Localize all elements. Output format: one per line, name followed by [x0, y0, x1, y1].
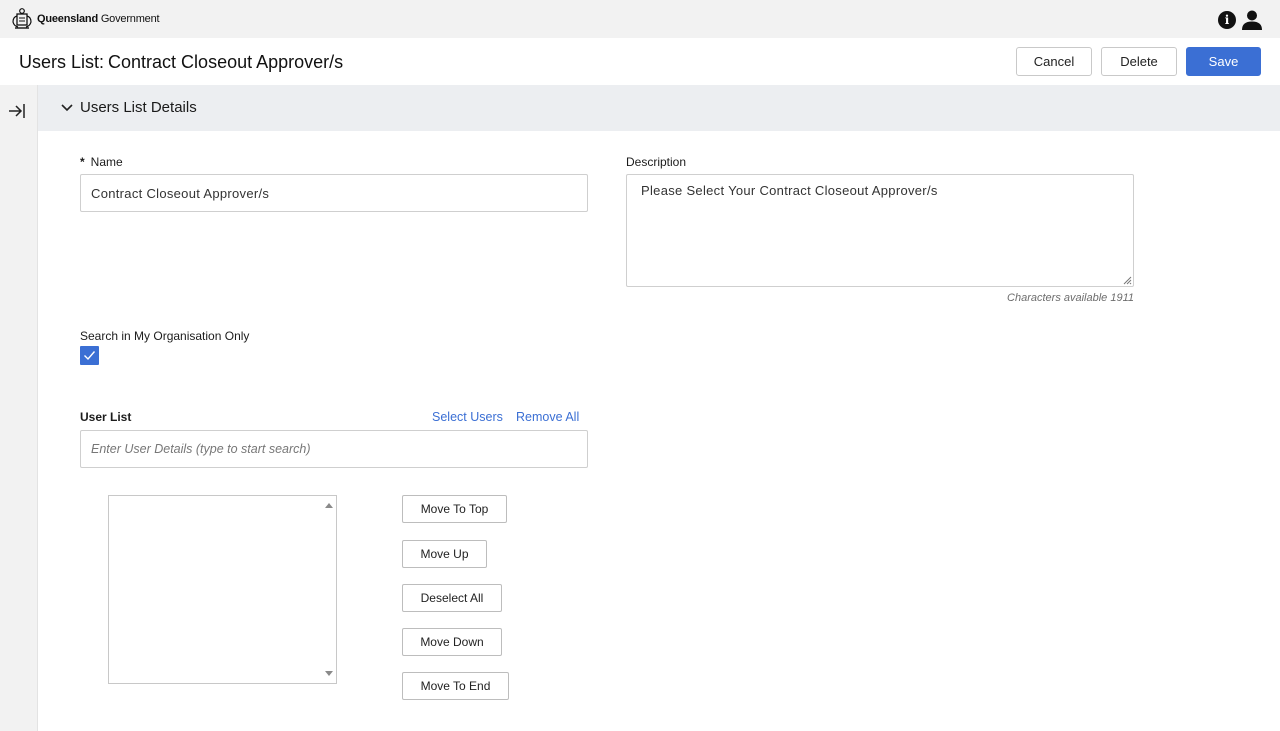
page-title-prefix: Users List: [19, 52, 105, 72]
qld-crest-icon [12, 8, 32, 29]
section-header[interactable]: Users List Details [38, 85, 1280, 131]
info-icon[interactable]: i [1218, 11, 1236, 29]
brand-logo: Queensland Government [10, 7, 160, 31]
move-to-top-button[interactable]: Move To Top [402, 495, 507, 523]
delete-button[interactable]: Delete [1101, 47, 1177, 76]
move-to-end-button[interactable]: Move To End [402, 672, 509, 700]
user-listbox[interactable] [108, 495, 337, 684]
select-users-link[interactable]: Select Users [432, 410, 503, 424]
move-up-button[interactable]: Move Up [402, 540, 487, 568]
left-rail [0, 85, 38, 731]
save-button[interactable]: Save [1186, 47, 1261, 76]
description-label: Description [626, 155, 687, 169]
page-header: Users List: Contract Closeout Approver/s … [0, 38, 1280, 85]
search-org-checkbox[interactable] [80, 346, 99, 365]
description-textarea[interactable]: Please Select Your Contract Closeout App… [626, 174, 1134, 287]
move-down-button[interactable]: Move Down [402, 628, 502, 656]
page-title-name: Contract Closeout Approver/s [108, 52, 344, 72]
brand-name: Queensland Government [37, 13, 160, 25]
user-search-input[interactable] [80, 430, 588, 468]
resize-handle-icon[interactable] [1122, 275, 1132, 285]
top-bar: Queensland Government i [0, 0, 1280, 38]
chevron-down-icon[interactable] [60, 101, 74, 115]
checkmark-icon [84, 351, 96, 361]
name-input[interactable] [80, 174, 588, 212]
user-icon[interactable] [1241, 9, 1263, 31]
remove-all-link[interactable]: Remove All [516, 410, 579, 424]
expand-panel-icon[interactable] [7, 101, 27, 121]
characters-available: Characters available 1911 [1007, 292, 1134, 304]
scroll-up-arrow-icon[interactable] [325, 503, 333, 508]
deselect-all-button[interactable]: Deselect All [402, 584, 502, 612]
page-title: Users List: Contract Closeout Approver/s [19, 52, 343, 73]
cancel-button[interactable]: Cancel [1016, 47, 1092, 76]
user-list-label: User List [80, 410, 132, 424]
scroll-down-arrow-icon[interactable] [325, 671, 333, 676]
section-title: Users List Details [80, 99, 197, 116]
required-marker: * [80, 155, 85, 169]
name-label: * Name [80, 155, 123, 169]
search-org-label: Search in My Organisation Only [80, 329, 250, 343]
